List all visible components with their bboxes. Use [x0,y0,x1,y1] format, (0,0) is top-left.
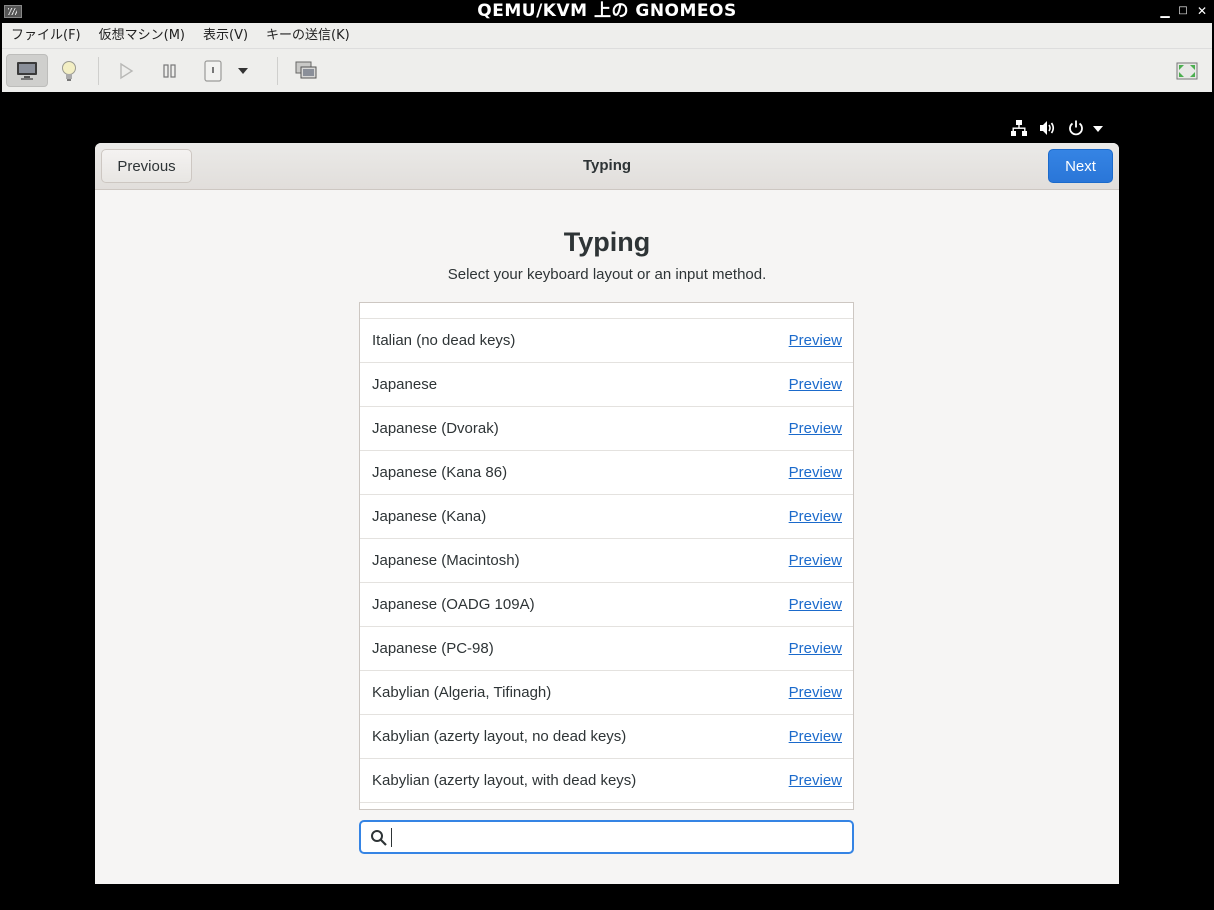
layout-search-field[interactable] [359,820,854,854]
list-item[interactable]: Japanese (Macintosh) Preview [360,539,853,583]
list-item[interactable]: Kabylian (Algeria, Tifinagh) Preview [360,671,853,715]
preview-link[interactable]: Preview [789,715,842,758]
page-title: Typing [563,227,651,257]
layout-name: Japanese (Kana) [372,508,487,525]
list-item[interactable]: Japanese (Kana 86) Preview [360,451,853,495]
preview-link[interactable]: Preview [789,627,842,670]
network-icon [1011,120,1027,136]
search-input[interactable] [389,825,839,849]
layout-name: Japanese (OADG 109A) [372,596,535,613]
layout-name: Italian (no dead keys) [372,332,516,349]
status-menu-chevron-icon [1093,126,1103,132]
search-icon [371,830,387,846]
list-item[interactable]: Japanese (Kana) Preview [360,495,853,539]
shutdown-button[interactable] [192,54,234,87]
fullscreen-button[interactable] [1166,54,1208,87]
preview-link[interactable]: Preview [789,451,842,494]
details-lightbulb-icon [62,60,76,81]
header-title: Typing [582,157,632,174]
run-button[interactable] [105,54,147,87]
typing-dialog: Previous Typing Next Typing Select your … [95,143,1119,884]
preview-link[interactable]: Preview [789,583,842,626]
preview-link[interactable]: Preview [789,671,842,714]
close-button[interactable]: ✕ [1194,2,1210,20]
volume-icon [1040,121,1055,135]
console-icon [17,61,37,80]
window-title: QEMU/KVM 上の GNOMEOS [477,1,737,21]
toolbar [2,49,1212,92]
shutdown-menu-chevron-icon [238,67,248,74]
toolbar-separator [98,57,99,85]
list-item[interactable]: Japanese Preview [360,363,853,407]
list-item-partial[interactable] [360,303,853,319]
power-menu[interactable] [1068,120,1108,138]
layout-name: Japanese [372,376,438,393]
header-bar: Previous Typing Next [95,143,1119,190]
fullscreen-icon [1176,62,1198,79]
menu-view[interactable]: 表示(V) [194,23,257,49]
pause-icon [163,63,176,78]
shutdown-menu-button[interactable] [231,54,255,87]
preview-link[interactable]: Preview [789,759,842,802]
menu-send-key[interactable]: キーの送信(K) [257,23,359,49]
list-item[interactable]: Italian (no dead keys) Preview [360,319,853,363]
list-item[interactable]: Japanese (OADG 109A) Preview [360,583,853,627]
text-cursor [391,828,392,847]
volume-status[interactable] [1039,120,1056,138]
page-subtitle: Select your keyboard layout or an input … [447,266,767,283]
shutdown-icon [204,59,222,82]
menu-file[interactable]: ファイル(F) [2,23,90,49]
preview-link[interactable]: Preview [789,319,842,362]
layout-name: Japanese (Macintosh) [372,552,520,569]
layout-name: Japanese (Kana 86) [372,464,508,481]
run-icon [120,62,134,79]
window-titlebar: QEMU/KVM 上の GNOMEOS ▁ □ ✕ [0,0,1214,23]
preview-link[interactable]: Preview [789,495,842,538]
list-item[interactable]: Japanese (Dvorak) Preview [360,407,853,451]
console-button[interactable] [6,54,48,87]
network-status[interactable] [1011,120,1027,138]
minimize-button[interactable]: ▁ [1157,2,1173,20]
layout-name: Japanese (PC-98) [372,640,494,657]
snapshots-button[interactable] [285,54,327,87]
maximize-button[interactable]: □ [1175,2,1191,20]
details-button[interactable] [48,54,90,87]
list-item[interactable]: Kabylian (azerty layout, with dead keys)… [360,759,853,803]
layout-name: Kabylian (Algeria, Tifinagh) [372,684,552,701]
list-item[interactable]: Kabylian (azerty layout, no dead keys) P… [360,715,853,759]
preview-link[interactable]: Preview [789,407,842,450]
preview-link[interactable]: Preview [789,363,842,406]
list-item[interactable]: Japanese (PC-98) Preview [360,627,853,671]
snapshots-icon [295,61,317,78]
layout-name: Kabylian (azerty layout, no dead keys) [372,728,627,745]
menu-bar: ファイル(F) 仮想マシン(M) 表示(V) キーの送信(K) [2,23,1212,49]
power-icon [1069,120,1083,136]
preview-link[interactable]: Preview [789,539,842,582]
layout-name: Kabylian (azerty layout, with dead keys) [372,772,637,789]
pause-button[interactable] [149,54,191,87]
next-button[interactable]: Next [1048,149,1113,183]
layout-name: Japanese (Dvorak) [372,420,499,437]
keyboard-layout-list[interactable]: Italian (no dead keys) Preview Japanese … [359,302,854,810]
toolbar-separator [277,57,278,85]
menu-virtual-machine[interactable]: 仮想マシン(M) [90,23,194,49]
